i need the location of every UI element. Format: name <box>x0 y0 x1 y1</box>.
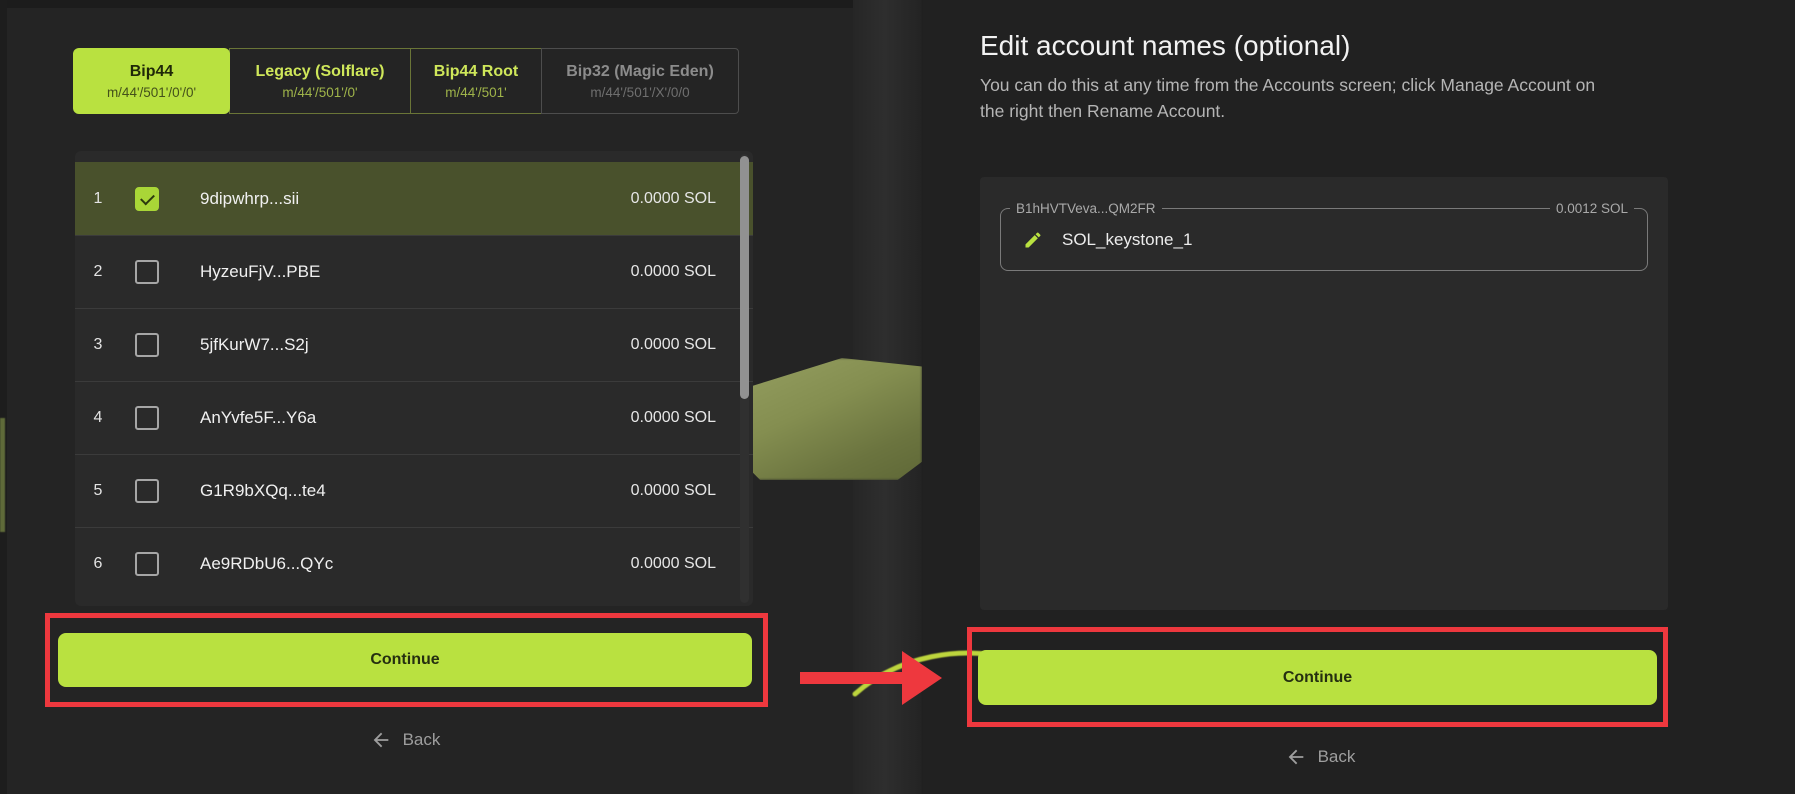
continue-button-right[interactable]: Continue <box>978 650 1657 705</box>
account-index: 3 <box>83 336 113 354</box>
account-balance: 0.0000 SOL <box>631 336 716 354</box>
account-checkbox[interactable] <box>135 260 159 284</box>
left-edge-shade <box>0 0 7 794</box>
account-row[interactable]: 2 HyzeuFjV...PBE 0.0000 SOL <box>75 235 753 308</box>
account-balance: 0.0000 SOL <box>631 263 716 281</box>
tab-label: Bip44 Root <box>434 61 518 83</box>
back-label: Back <box>1318 747 1356 767</box>
account-row[interactable]: 4 AnYvfe5F...Y6a 0.0000 SOL <box>75 381 753 454</box>
account-checkbox[interactable] <box>135 406 159 430</box>
account-name-value: SOL_keystone_1 <box>1062 230 1192 250</box>
account-address-label: B1hHVTVeva...QM2FR <box>1010 200 1162 217</box>
account-balance: 0.0000 SOL <box>631 190 716 208</box>
account-row[interactable]: 1 9dipwhrp...sii 0.0000 SOL <box>75 162 753 235</box>
account-balance: 0.0000 SOL <box>631 555 716 573</box>
back-button-right[interactable]: Back <box>1250 742 1390 772</box>
wallet-setup-screens: Bip44 m/44'/501'/0'/0' Legacy (Solflare)… <box>0 0 1795 794</box>
account-checkbox[interactable] <box>135 187 159 211</box>
account-list-scrollbar[interactable] <box>740 154 749 603</box>
tab-derivation-path: m/44'/501'/0' <box>282 83 357 102</box>
tab-label: Legacy (Solflare) <box>256 61 385 83</box>
scrollbar-thumb[interactable] <box>740 156 749 399</box>
account-index: 6 <box>83 555 113 573</box>
pencil-icon[interactable] <box>1023 230 1043 250</box>
keystone-device-decoration <box>748 358 922 480</box>
tab-derivation-path: m/44'/501'/0'/0' <box>107 83 196 102</box>
account-list: 1 9dipwhrp...sii 0.0000 SOL 2 HyzeuFjV..… <box>75 151 753 606</box>
account-balance: 0.0000 SOL <box>631 409 716 427</box>
tab-legacy-solflare[interactable]: Legacy (Solflare) m/44'/501'/0' <box>229 48 411 114</box>
tab-label: Bip44 <box>130 61 174 83</box>
tab-derivation-path: m/44'/501' <box>445 83 506 102</box>
tab-derivation-path: m/44'/501'/X'/0/0 <box>590 83 689 102</box>
account-index: 2 <box>83 263 113 281</box>
right-arrow-icon <box>796 648 944 708</box>
left-arrow-icon <box>1285 746 1307 768</box>
account-balance-label: 0.0012 SOL <box>1550 200 1634 217</box>
page-title: Edit account names (optional) <box>980 30 1350 62</box>
account-checkbox[interactable] <box>135 479 159 503</box>
account-address: G1R9bXQq...te4 <box>200 481 326 501</box>
account-row[interactable]: 5 G1R9bXQq...te4 0.0000 SOL <box>75 454 753 527</box>
tab-bip32-magic-eden[interactable]: Bip32 (Magic Eden) m/44'/501'/X'/0/0 <box>541 48 739 114</box>
account-address: Ae9RDbU6...QYc <box>200 554 333 574</box>
account-address: AnYvfe5F...Y6a <box>200 408 316 428</box>
account-row[interactable]: 6 Ae9RDbU6...QYc 0.0000 SOL <box>75 527 753 600</box>
account-index: 1 <box>83 190 113 208</box>
account-checkbox[interactable] <box>135 552 159 576</box>
account-address: 5jfKurW7...S2j <box>200 335 309 355</box>
tab-bip44-root[interactable]: Bip44 Root m/44'/501' <box>410 48 542 114</box>
account-index: 5 <box>83 482 113 500</box>
account-row[interactable]: 3 5jfKurW7...S2j 0.0000 SOL <box>75 308 753 381</box>
continue-button-left[interactable]: Continue <box>58 633 752 687</box>
account-name-field[interactable]: B1hHVTVeva...QM2FR 0.0012 SOL SOL_keysto… <box>1000 208 1648 271</box>
account-checkbox[interactable] <box>135 333 159 357</box>
account-address: HyzeuFjV...PBE <box>200 262 320 282</box>
account-address: 9dipwhrp...sii <box>200 189 299 209</box>
tab-label: Bip32 (Magic Eden) <box>566 61 714 83</box>
left-edge-green-decoration <box>0 418 5 532</box>
account-balance: 0.0000 SOL <box>631 482 716 500</box>
back-button-left[interactable]: Back <box>335 725 475 755</box>
account-index: 4 <box>83 409 113 427</box>
back-label: Back <box>403 730 441 750</box>
page-subtitle: You can do this at any time from the Acc… <box>980 72 1600 124</box>
derivation-path-tabs: Bip44 m/44'/501'/0'/0' Legacy (Solflare)… <box>74 48 743 114</box>
tab-bip44[interactable]: Bip44 m/44'/501'/0'/0' <box>73 48 230 114</box>
account-names-card: B1hHVTVeva...QM2FR 0.0012 SOL SOL_keysto… <box>980 177 1668 610</box>
left-arrow-icon <box>370 729 392 751</box>
